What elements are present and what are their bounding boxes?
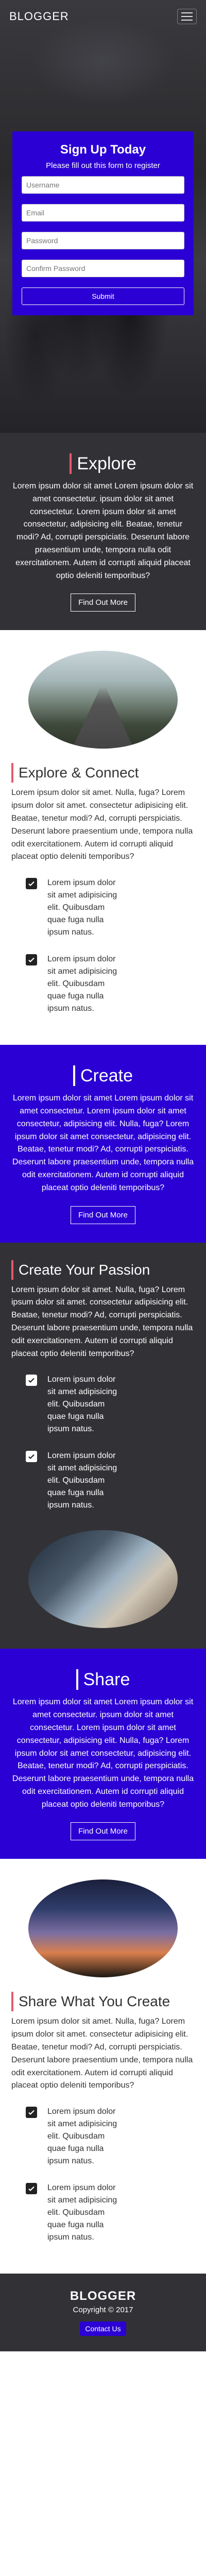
heading-accent-bar [70, 453, 72, 474]
explore-connect-text: Lorem ipsum dolor sit amet. Nulla, fuga?… [11, 788, 193, 861]
list-item: Lorem ipsum dolor sit amet adipisicing e… [26, 877, 195, 939]
check-icon [28, 957, 35, 963]
heading-accent-bar [76, 1669, 78, 1690]
menu-toggle-button[interactable] [177, 9, 197, 24]
list-item-text: Lorem ipsum dolor sit amet adipisicing e… [47, 1451, 117, 1510]
check-icon [28, 1454, 35, 1460]
explore-title: Explore [77, 453, 136, 473]
brand-logo[interactable]: BLOGGER [9, 10, 69, 23]
explore-connect-heading: Explore & Connect [11, 763, 195, 783]
explore-connect-title: Explore & Connect [19, 765, 139, 781]
create-passion-text: Lorem ipsum dolor sit amet. Nulla, fuga?… [11, 1285, 193, 1358]
confirm-password-input[interactable] [22, 260, 184, 277]
signup-title: Sign Up Today [60, 143, 146, 157]
email-input[interactable] [22, 204, 184, 222]
create-passion-heading: Create Your Passion [11, 1260, 195, 1280]
signup-form: Sign Up Today Please fill out this form … [12, 131, 194, 315]
list-item-text: Lorem ipsum dolor sit amet adipisicing e… [47, 2183, 117, 2242]
explore-text: Lorem ipsum dolor sit amet Lorem ipsum d… [12, 482, 194, 580]
checkbox[interactable] [26, 1375, 37, 1386]
road-image [28, 651, 178, 749]
footer: BLOGGER Copyright © 2017 Contact Us [0, 2274, 206, 2352]
share-section: Share Lorem ipsum dolor sit amet Lorem i… [0, 1649, 206, 1859]
share-heading: Share [76, 1669, 130, 1690]
check-icon [28, 1378, 35, 1383]
share-find-out-more-button[interactable]: Find Out More [71, 1822, 135, 1841]
contact-us-button[interactable]: Contact Us [80, 2321, 126, 2336]
create-text: Lorem ipsum dolor sit amet Lorem ipsum d… [12, 1094, 194, 1192]
share-text: Lorem ipsum dolor sit amet Lorem ipsum d… [12, 1698, 194, 1809]
laptop-image [28, 1530, 178, 1629]
sunset-group-image [28, 1879, 178, 1978]
checkbox[interactable] [26, 1451, 37, 1463]
create-heading: Create [73, 1065, 133, 1087]
share-create-text: Lorem ipsum dolor sit amet. Nulla, fuga?… [11, 2017, 193, 2090]
list-item: Lorem ipsum dolor sit amet adipisicing e… [26, 1374, 195, 1435]
explore-connect-checklist: Lorem ipsum dolor sit amet adipisicing e… [11, 877, 195, 1015]
heading-accent-bar [11, 1992, 13, 2012]
footer-copyright: Copyright © 2017 [73, 2306, 133, 2315]
list-item-text: Lorem ipsum dolor sit amet adipisicing e… [47, 955, 117, 1013]
footer-brand: BLOGGER [70, 2289, 136, 2303]
heading-accent-bar [11, 763, 13, 783]
hamburger-icon [181, 12, 193, 13]
signup-subtitle: Please fill out this form to register [46, 161, 160, 170]
list-item: Lorem ipsum dolor sit amet adipisicing e… [26, 2106, 195, 2167]
list-item: Lorem ipsum dolor sit amet adipisicing e… [26, 2182, 195, 2244]
explore-connect-section: Explore & Connect Lorem ipsum dolor sit … [0, 630, 206, 1045]
create-passion-title: Create Your Passion [19, 1261, 150, 1278]
check-icon [28, 2186, 35, 2192]
checkbox[interactable] [26, 2183, 37, 2195]
create-passion-section: Create Your Passion Lorem ipsum dolor si… [0, 1242, 206, 1649]
heading-accent-bar [11, 1260, 13, 1280]
explore-find-out-more-button[interactable]: Find Out More [71, 594, 135, 612]
checkbox[interactable] [26, 954, 37, 966]
create-section: Create Lorem ipsum dolor sit amet Lorem … [0, 1045, 206, 1243]
password-input[interactable] [22, 232, 184, 249]
share-create-heading: Share What You Create [11, 1992, 195, 2012]
share-create-title: Share What You Create [19, 1993, 170, 2010]
username-input[interactable] [22, 176, 184, 194]
checkbox[interactable] [26, 2107, 37, 2119]
list-item: Lorem ipsum dolor sit amet adipisicing e… [26, 1450, 195, 1512]
check-icon [28, 881, 35, 887]
list-item-text: Lorem ipsum dolor sit amet adipisicing e… [47, 1375, 117, 1434]
navbar: BLOGGER [0, 0, 206, 33]
create-passion-checklist: Lorem ipsum dolor sit amet adipisicing e… [11, 1374, 195, 1512]
submit-button[interactable]: Submit [22, 287, 184, 305]
create-find-out-more-button[interactable]: Find Out More [71, 1206, 135, 1224]
share-title: Share [83, 1669, 130, 1689]
hero-section: Sign Up Today Please fill out this form … [0, 0, 206, 433]
create-title: Create [80, 1065, 133, 1086]
explore-heading: Explore [70, 453, 136, 474]
list-item-text: Lorem ipsum dolor sit amet adipisicing e… [47, 2107, 117, 2166]
check-icon [28, 2110, 35, 2115]
list-item: Lorem ipsum dolor sit amet adipisicing e… [26, 953, 195, 1015]
checkbox[interactable] [26, 878, 37, 890]
heading-accent-bar [73, 1065, 75, 1087]
list-item-text: Lorem ipsum dolor sit amet adipisicing e… [47, 878, 117, 937]
share-create-checklist: Lorem ipsum dolor sit amet adipisicing e… [11, 2106, 195, 2244]
explore-section: Explore Lorem ipsum dolor sit amet Lorem… [0, 433, 206, 631]
share-create-section: Share What You Create Lorem ipsum dolor … [0, 1859, 206, 2274]
